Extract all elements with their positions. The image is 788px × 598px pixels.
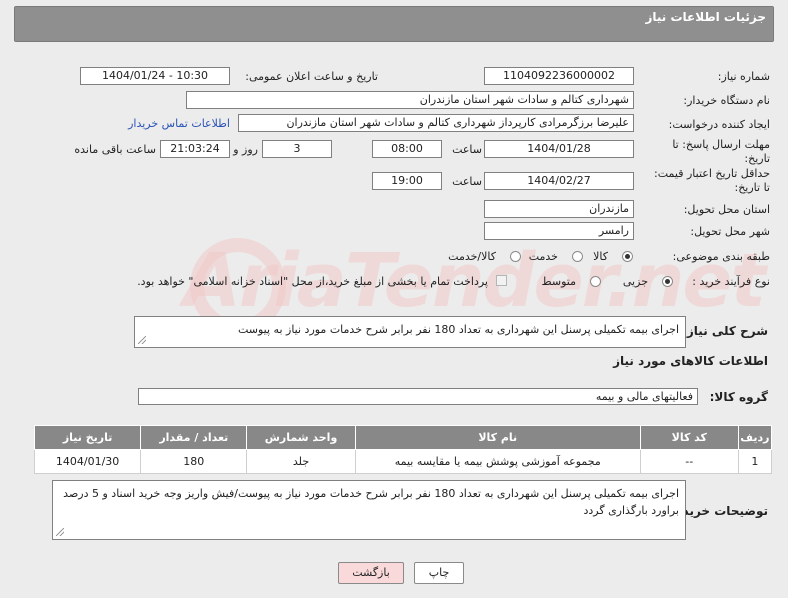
deadline-time-field: 08:00 [372, 140, 442, 158]
days-remaining-field: 3 [262, 140, 332, 158]
cell-unit: جلد [246, 449, 356, 474]
goods-table-header: ردیف کد کالا نام کالا واحد شمارش تعداد /… [33, 425, 773, 450]
need-number-label: شماره نیاز: [717, 70, 770, 83]
description-text: اجرای بیمه تکمیلی پرسنل این شهرداری به ت… [237, 323, 679, 336]
cell-row: 1 [737, 449, 773, 474]
goods-table: ردیف کد کالا نام کالا واحد شمارش تعداد /… [33, 425, 773, 474]
col-row: ردیف [737, 425, 773, 450]
days-label: روز و [233, 143, 258, 156]
category-option-service: خدمت [528, 250, 558, 263]
cell-code: -- [639, 449, 739, 474]
resize-grip-icon[interactable] [56, 528, 64, 536]
deadline-date-field: 1404/01/28 [484, 140, 634, 158]
process-label: نوع فرآیند خرید : [692, 275, 770, 288]
process-radio-medium[interactable] [590, 276, 601, 287]
category-radio-goods-service[interactable] [510, 251, 521, 262]
province-field: مازندران [484, 200, 634, 218]
goods-group-label: گروه کالا: [709, 390, 768, 404]
announce-field: 1404/01/24 - 10:30 [80, 67, 230, 85]
deadline-label: مهلت ارسال پاسخ: تا تاریخ: [672, 138, 770, 165]
goods-group-field: فعالیتهای مالی و بیمه [138, 388, 698, 405]
col-unit: واحد شمارش [246, 425, 356, 450]
col-date: تاریخ نیاز [33, 425, 142, 450]
announce-label: تاریخ و ساعت اعلان عمومی: [245, 70, 378, 83]
buyer-org-field: شهرداری کتالم و سادات شهر استان مازندران [186, 91, 634, 109]
cell-name: مجموعه آموزشی پوشش بیمه یا مقایسه بیمه [354, 449, 641, 474]
category-option-goods: کالا [593, 250, 608, 263]
back-button[interactable]: بازگشت [338, 562, 404, 584]
treasury-payment-checkbox[interactable] [496, 275, 507, 286]
description-textarea[interactable]: اجرای بیمه تکمیلی پرسنل این شهرداری به ت… [134, 316, 686, 348]
col-name: نام کالا [354, 425, 641, 450]
validity-time-label: ساعت [452, 175, 482, 188]
treasury-payment-note: پرداخت تمام یا بخشی از مبلغ خرید،از محل … [137, 275, 488, 288]
category-radio-service[interactable] [572, 251, 583, 262]
print-button[interactable]: چاپ [414, 562, 464, 584]
validity-time-field: 19:00 [372, 172, 442, 190]
page-title: جزئیات اطلاعات نیاز [645, 10, 766, 24]
col-code: کد کالا [639, 425, 739, 450]
need-number-field: 1104092236000002 [484, 67, 634, 85]
process-option-medium: متوسط [541, 275, 576, 288]
buyer-notes-textarea[interactable]: اجرای بیمه تکمیلی پرسنل این شهرداری به ت… [52, 480, 686, 540]
category-option-goods-service: کالا/خدمت [448, 250, 496, 263]
cell-qty: 180 [140, 449, 248, 474]
description-label: شرح کلی نیاز: [682, 324, 768, 338]
creator-field: علیرضا برزگرمرادی کارپرداز شهرداری کتالم… [238, 114, 634, 132]
city-field: رامسر [484, 222, 634, 240]
process-option-minor: جزیی [622, 275, 648, 288]
cell-date: 1404/01/30 [33, 449, 142, 474]
validity-date-field: 1404/02/27 [484, 172, 634, 190]
process-radio-minor[interactable] [662, 276, 673, 287]
resize-grip-icon[interactable] [138, 336, 146, 344]
buyer-contact-link[interactable]: اطلاعات تماس خریدار [128, 117, 230, 130]
col-qty: تعداد / مقدار [140, 425, 248, 450]
buyer-notes-text: اجرای بیمه تکمیلی پرسنل این شهرداری به ت… [63, 487, 679, 517]
city-label: شهر محل تحویل: [690, 225, 770, 238]
province-label: استان محل تحویل: [683, 203, 770, 216]
remaining-time-field: 21:03:24 [160, 140, 230, 158]
creator-label: ایجاد کننده درخواست: [668, 118, 770, 131]
goods-section-title: اطلاعات کالاهای مورد نیاز [613, 354, 768, 368]
validity-label: حداقل تاریخ اعتبار قیمت: تا تاریخ: [654, 167, 770, 194]
category-radio-goods[interactable] [622, 251, 633, 262]
remaining-time-label: ساعت باقی مانده [74, 143, 156, 156]
buyer-org-label: نام دستگاه خریدار: [683, 94, 770, 107]
deadline-time-label: ساعت [452, 143, 482, 156]
table-row: 1 -- مجموعه آموزشی پوشش بیمه یا مقایسه ب… [33, 449, 773, 474]
category-label: طبقه بندی موضوعی: [672, 250, 770, 263]
